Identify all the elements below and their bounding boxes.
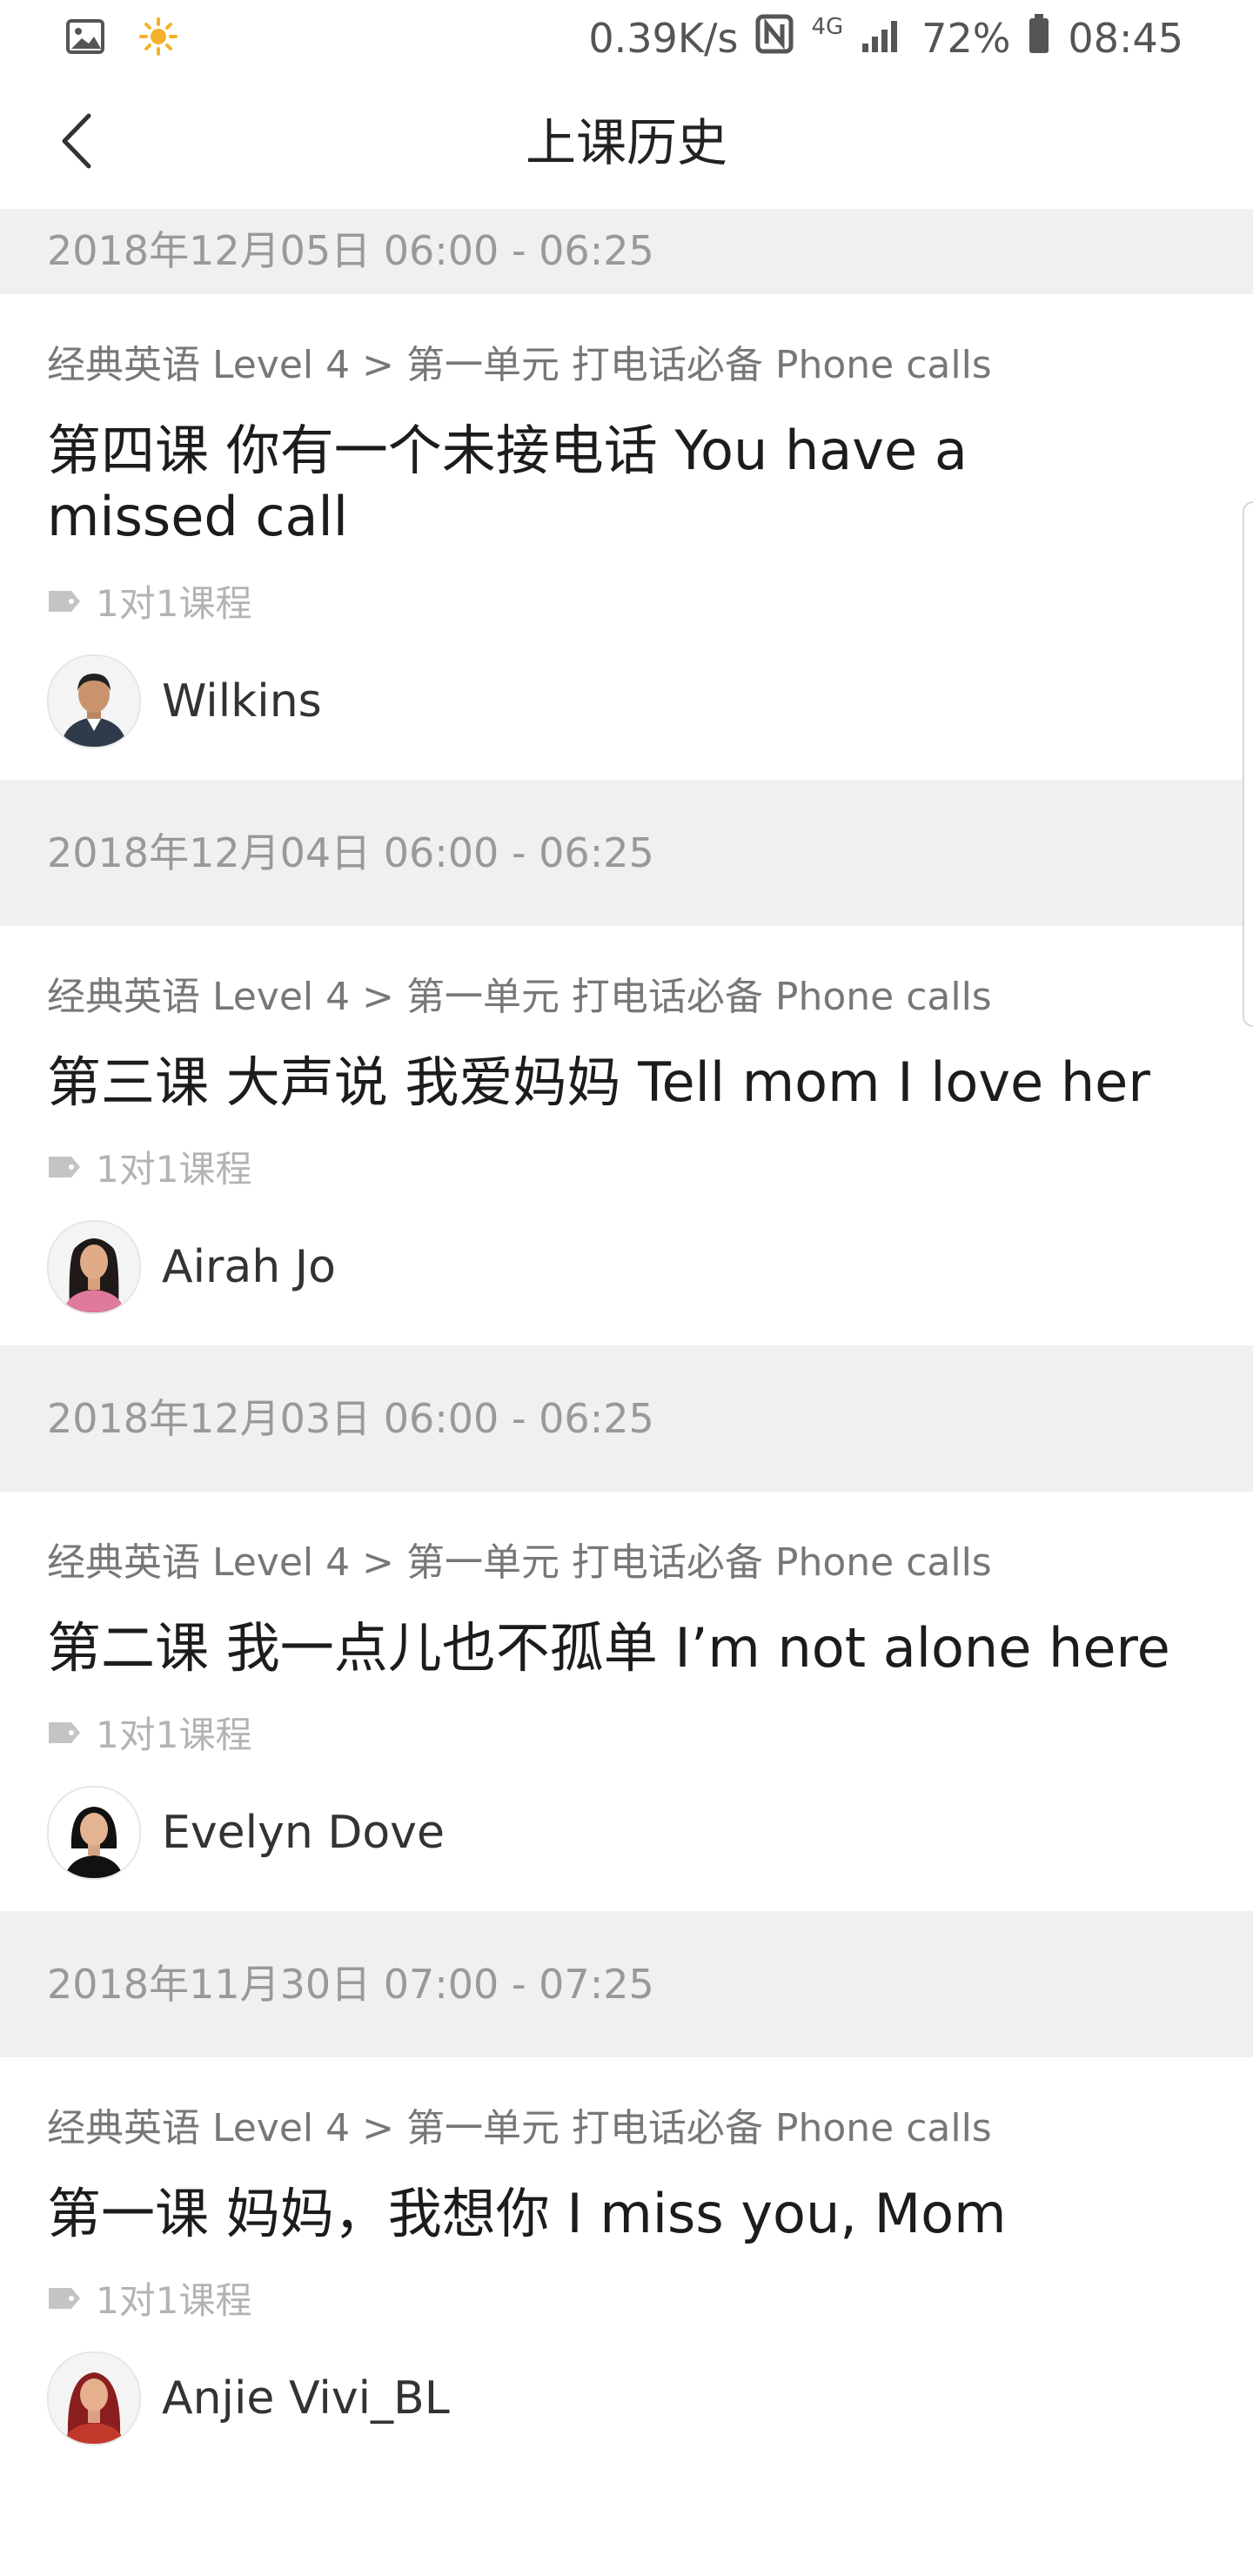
lesson-title: 第四课 你有一个未接电话 You have a missed call xyxy=(47,419,968,548)
clock: 08:45 xyxy=(1068,15,1183,62)
teacher-name: Wilkins xyxy=(162,675,322,728)
date-header: 2018年11月30日 07:00 - 07:25 xyxy=(0,1911,1253,2057)
teacher-name: Anjie Vivi_BL xyxy=(162,2372,450,2425)
teacher-name: Evelyn Dove xyxy=(162,1807,445,1859)
lesson-title: 第一课 妈妈，我想你 I miss you, Mom xyxy=(47,2182,1007,2245)
course-tag: 1对1课程 xyxy=(47,2271,1206,2324)
avatar[interactable] xyxy=(47,2351,141,2445)
class-date: 2018年11月30日 07:00 - 07:25 xyxy=(47,1961,654,2008)
course-tag: 1对1课程 xyxy=(47,574,1206,627)
status-bar: 0.39K/s 4G 72% 08:45 xyxy=(0,0,1253,77)
tag-icon xyxy=(47,580,82,622)
teacher-info[interactable]: Wilkins xyxy=(47,654,1206,780)
class-record[interactable]: 经典英语 Level 4 > 第一单元 打电话必备 Phone calls 第四… xyxy=(0,294,1253,780)
course-breadcrumb: 经典英语 Level 4 > 第一单元 打电话必备 Phone calls xyxy=(47,1540,992,1585)
net-speed: 0.39K/s xyxy=(588,15,739,62)
course-breadcrumb: 经典英语 Level 4 > 第一单元 打电话必备 Phone calls xyxy=(47,975,992,1019)
scrollbar[interactable] xyxy=(1243,501,1253,1027)
class-date: 2018年12月03日 06:00 - 06:25 xyxy=(47,1395,654,1442)
avatar[interactable] xyxy=(47,1220,141,1314)
date-header: 2018年12月03日 06:00 - 06:25 xyxy=(0,1345,1253,1492)
nfc-icon xyxy=(755,14,794,64)
gallery-icon xyxy=(66,19,104,57)
status-left xyxy=(66,17,178,59)
date-header: 2018年12月04日 06:00 - 06:25 xyxy=(0,780,1253,926)
course-breadcrumb: 经典英语 Level 4 > 第一单元 打电话必备 Phone calls xyxy=(47,2106,992,2150)
tag-label: 1对1课程 xyxy=(96,1147,252,1191)
avatar[interactable] xyxy=(47,654,141,748)
teacher-name: Airah Jo xyxy=(162,1241,336,1293)
class-record[interactable]: 经典英语 Level 4 > 第一单元 打电话必备 Phone calls 第一… xyxy=(0,2057,1253,2477)
tag-icon xyxy=(47,2277,82,2319)
signal-icon xyxy=(861,15,904,62)
lesson-title: 第二课 我一点儿也不孤单 I’m not alone here xyxy=(47,1616,1170,1680)
tag-label: 1对1课程 xyxy=(96,2278,252,2322)
teacher-info[interactable]: Evelyn Dove xyxy=(47,1786,1206,1911)
teacher-info[interactable]: Anjie Vivi_BL xyxy=(47,2351,1206,2477)
tag-label: 1对1课程 xyxy=(96,581,252,625)
course-tag: 1对1课程 xyxy=(47,1706,1206,1758)
teacher-info[interactable]: Airah Jo xyxy=(47,1220,1206,1345)
avatar[interactable] xyxy=(47,1786,141,1880)
date-header: 2018年12月05日 06:00 - 06:25 xyxy=(0,209,1253,294)
class-record[interactable]: 经典英语 Level 4 > 第一单元 打电话必备 Phone calls 第三… xyxy=(0,926,1253,1345)
weather-icon xyxy=(139,17,178,59)
course-breadcrumb: 经典英语 Level 4 > 第一单元 打电话必备 Phone calls xyxy=(47,343,992,387)
course-tag: 1对1课程 xyxy=(47,1140,1206,1192)
tag-label: 1对1课程 xyxy=(96,1713,252,1756)
battery-percent: 72% xyxy=(921,15,1011,62)
network-type: 4G xyxy=(811,14,844,40)
tag-icon xyxy=(47,1711,82,1754)
class-date: 2018年12月04日 06:00 - 06:25 xyxy=(47,829,654,876)
lesson-title: 第三课 大声说 我爱妈妈 Tell mom I love her xyxy=(47,1050,1150,1114)
back-button[interactable] xyxy=(35,101,118,184)
class-record[interactable]: 经典英语 Level 4 > 第一单元 打电话必备 Phone calls 第二… xyxy=(0,1492,1253,1911)
class-history-list: 2018年12月05日 06:00 - 06:25 经典英语 Level 4 >… xyxy=(0,209,1253,2477)
tag-icon xyxy=(47,1145,82,1188)
battery-icon xyxy=(1028,13,1050,64)
status-right: 0.39K/s 4G 72% 08:45 xyxy=(588,9,1183,68)
chevron-left-icon xyxy=(57,112,96,173)
